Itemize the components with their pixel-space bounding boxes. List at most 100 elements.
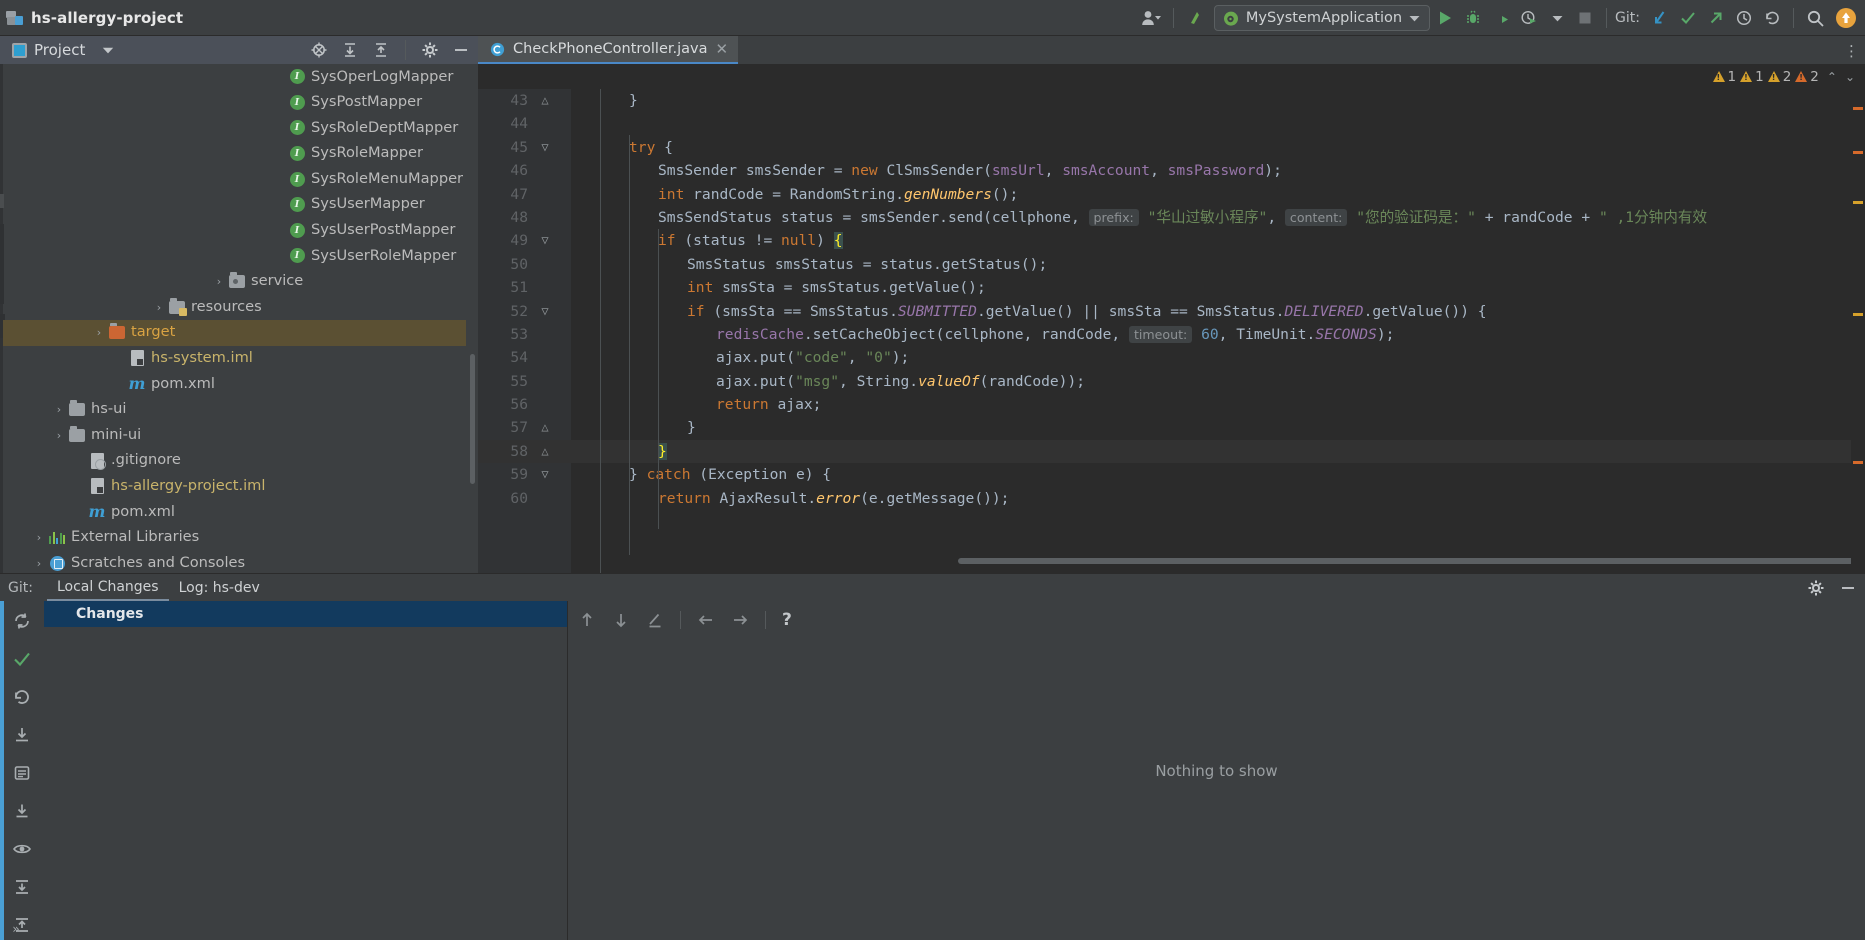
tree-item[interactable]: .gitignore bbox=[3, 448, 466, 474]
fold-marker-icon[interactable]: ▽ bbox=[538, 229, 552, 252]
tree-item[interactable]: I SysOperLogMapper bbox=[3, 64, 466, 90]
tree-item[interactable]: m pom.xml bbox=[3, 371, 466, 397]
tree-item[interactable]: m pom.xml bbox=[3, 499, 466, 525]
notification-icon[interactable] bbox=[1831, 5, 1861, 31]
inspection-warning-2[interactable]: 1 bbox=[1740, 69, 1764, 85]
rollback-icon[interactable] bbox=[11, 686, 33, 708]
stop-icon[interactable] bbox=[1572, 5, 1598, 31]
chevron-right-icon[interactable]: › bbox=[91, 326, 107, 339]
preview-eye-icon[interactable] bbox=[11, 838, 33, 860]
project-tree[interactable]: I SysOperLogMapper I SysPostMapper I SysRoleD… bbox=[3, 64, 466, 573]
code-line[interactable]: 56 return ajax; bbox=[478, 393, 1865, 416]
code-lines[interactable]: 43 △} 44 45 ▽ try {46 SmsSender smsSender = ne… bbox=[478, 89, 1865, 573]
update-project-icon[interactable] bbox=[1182, 5, 1212, 31]
error-marker[interactable] bbox=[1853, 107, 1863, 110]
code-line[interactable]: 51 int smsSta = smsStatus.getValue(); bbox=[478, 276, 1865, 299]
tree-item[interactable]: › resources bbox=[3, 294, 466, 320]
run-configuration-selector[interactable]: MySystemApplication bbox=[1213, 5, 1431, 31]
expand-all-icon[interactable] bbox=[341, 41, 359, 59]
chevron-right-icon[interactable]: › bbox=[51, 403, 67, 416]
code-line[interactable]: 54 ajax.put("code", "0"); bbox=[478, 346, 1865, 369]
chevron-right-icon[interactable]: › bbox=[31, 531, 47, 544]
code-line[interactable]: 52 ▽ if (smsSta == SmsStatus.SUBMITTED.get… bbox=[478, 300, 1865, 323]
tree-item[interactable]: I SysRoleMenuMapper bbox=[3, 166, 466, 192]
code-line[interactable]: 60 return AjaxResult.error(e.getMessage()… bbox=[478, 487, 1865, 510]
chevron-right-icon[interactable]: › bbox=[151, 301, 167, 314]
inspection-warning-3[interactable]: 2 bbox=[1767, 69, 1791, 85]
tree-item[interactable]: › service bbox=[3, 269, 466, 295]
tree-item[interactable]: › target bbox=[3, 319, 466, 346]
tree-item[interactable]: I SysRoleMapper bbox=[3, 141, 466, 167]
user-avatar-icon[interactable] bbox=[1137, 5, 1165, 31]
changes-list-pane[interactable]: Changes bbox=[44, 601, 568, 940]
git-rollback-icon[interactable] bbox=[1759, 5, 1785, 31]
search-everywhere-icon[interactable] bbox=[1802, 5, 1829, 31]
run-with-coverage-icon[interactable] bbox=[1488, 5, 1514, 31]
editor-tabs-menu-icon[interactable]: ⋮ bbox=[1844, 42, 1859, 60]
fold-marker-icon[interactable]: △ bbox=[538, 89, 552, 112]
tree-item[interactable]: hs-allergy-project.iml bbox=[3, 474, 466, 500]
tab-local-changes[interactable]: Local Changes bbox=[46, 574, 169, 601]
fold-marker-icon[interactable]: ▽ bbox=[538, 300, 552, 323]
code-line[interactable]: 55 ajax.put("msg", String.valueOf(randCod… bbox=[478, 370, 1865, 393]
fold-marker-icon[interactable]: △ bbox=[538, 416, 552, 439]
sidebar-scrollbar[interactable] bbox=[470, 354, 475, 484]
settings-gear-icon[interactable] bbox=[1807, 579, 1825, 597]
code-line[interactable]: 45 ▽ try { bbox=[478, 136, 1865, 159]
tree-item[interactable]: I SysUserPostMapper bbox=[3, 218, 466, 244]
locate-icon[interactable] bbox=[310, 41, 328, 59]
hide-icon[interactable] bbox=[452, 41, 470, 59]
code-line[interactable]: 50 SmsStatus smsStatus = status.getStatus… bbox=[478, 253, 1865, 276]
chevron-right-icon[interactable]: › bbox=[51, 429, 67, 442]
tree-item[interactable]: I SysUserRoleMapper bbox=[3, 243, 466, 269]
chevron-right-icon[interactable]: › bbox=[31, 557, 47, 570]
tree-item[interactable]: › External Libraries bbox=[3, 525, 466, 551]
group-icon[interactable] bbox=[11, 762, 33, 784]
tree-item[interactable]: › Scratches and Consoles bbox=[3, 550, 466, 573]
tree-item[interactable]: I SysUserMapper bbox=[3, 192, 466, 218]
code-line[interactable]: 48 SmsSendStatus status = smsSender.send(… bbox=[478, 206, 1865, 229]
tab-log-hs-dev[interactable]: Log: hs-dev bbox=[169, 574, 270, 601]
code-line[interactable]: 47 int randCode = RandomString.genNumbers… bbox=[478, 183, 1865, 206]
close-icon[interactable]: ✕ bbox=[716, 41, 729, 57]
git-commit-icon[interactable] bbox=[1675, 5, 1701, 31]
code-line[interactable]: 59 ▽} catch (Exception e) { bbox=[478, 463, 1865, 486]
warning-marker[interactable] bbox=[1853, 313, 1863, 316]
prev-problem-icon[interactable]: ⌃ bbox=[1827, 70, 1837, 84]
fold-marker-icon[interactable]: ▽ bbox=[538, 136, 552, 159]
tree-item[interactable]: › hs-ui bbox=[3, 397, 466, 423]
tab-check-phone-controller[interactable]: CheckPhoneController.java ✕ bbox=[478, 36, 739, 64]
settings-gear-icon[interactable] bbox=[421, 41, 439, 59]
code-line[interactable]: 49 ▽ if (status != null) { bbox=[478, 229, 1865, 252]
expand-arrows-icon[interactable]: » bbox=[0, 917, 32, 940]
editor-horizontal-scrollbar[interactable] bbox=[958, 558, 1865, 564]
tree-item[interactable]: hs-system.iml bbox=[3, 346, 466, 372]
chevron-right-icon[interactable]: › bbox=[211, 275, 227, 288]
code-line[interactable]: 44 bbox=[478, 112, 1865, 135]
fold-marker-icon[interactable]: ▽ bbox=[538, 463, 552, 486]
code-line[interactable]: 43 △} bbox=[478, 89, 1865, 112]
error-marker[interactable] bbox=[1853, 461, 1863, 464]
next-problem-icon[interactable]: ⌄ bbox=[1845, 70, 1855, 84]
editor-marker-rail[interactable] bbox=[1851, 89, 1865, 573]
debug-icon[interactable] bbox=[1460, 5, 1486, 31]
tree-item[interactable]: I SysRoleDeptMapper bbox=[3, 115, 466, 141]
git-update-project-icon[interactable] bbox=[1647, 5, 1673, 31]
chevron-down-icon[interactable] bbox=[102, 46, 114, 55]
hide-panel-icon[interactable] bbox=[1839, 579, 1857, 597]
profiler-dropdown-icon[interactable] bbox=[1544, 5, 1570, 31]
warning-marker[interactable] bbox=[1853, 201, 1863, 204]
code-line[interactable]: 46 SmsSender smsSender = new ClSmsSender(… bbox=[478, 159, 1865, 182]
tree-item[interactable]: I SysPostMapper bbox=[3, 90, 466, 116]
code-line[interactable]: 58 △} bbox=[478, 439, 1865, 464]
changes-header-row[interactable]: Changes bbox=[44, 601, 567, 627]
code-line[interactable]: 53 redisCache.setCacheObject(cellphone, r… bbox=[478, 323, 1865, 346]
collapse-icon[interactable] bbox=[11, 876, 33, 898]
project-tool-window-header[interactable]: Project bbox=[0, 36, 478, 64]
commit-check-icon[interactable] bbox=[11, 648, 33, 670]
git-history-icon[interactable] bbox=[1731, 5, 1757, 31]
collapse-all-icon[interactable] bbox=[372, 41, 390, 59]
run-icon[interactable] bbox=[1432, 5, 1458, 31]
download-icon[interactable] bbox=[11, 800, 33, 822]
tree-item[interactable]: › mini-ui bbox=[3, 422, 466, 448]
